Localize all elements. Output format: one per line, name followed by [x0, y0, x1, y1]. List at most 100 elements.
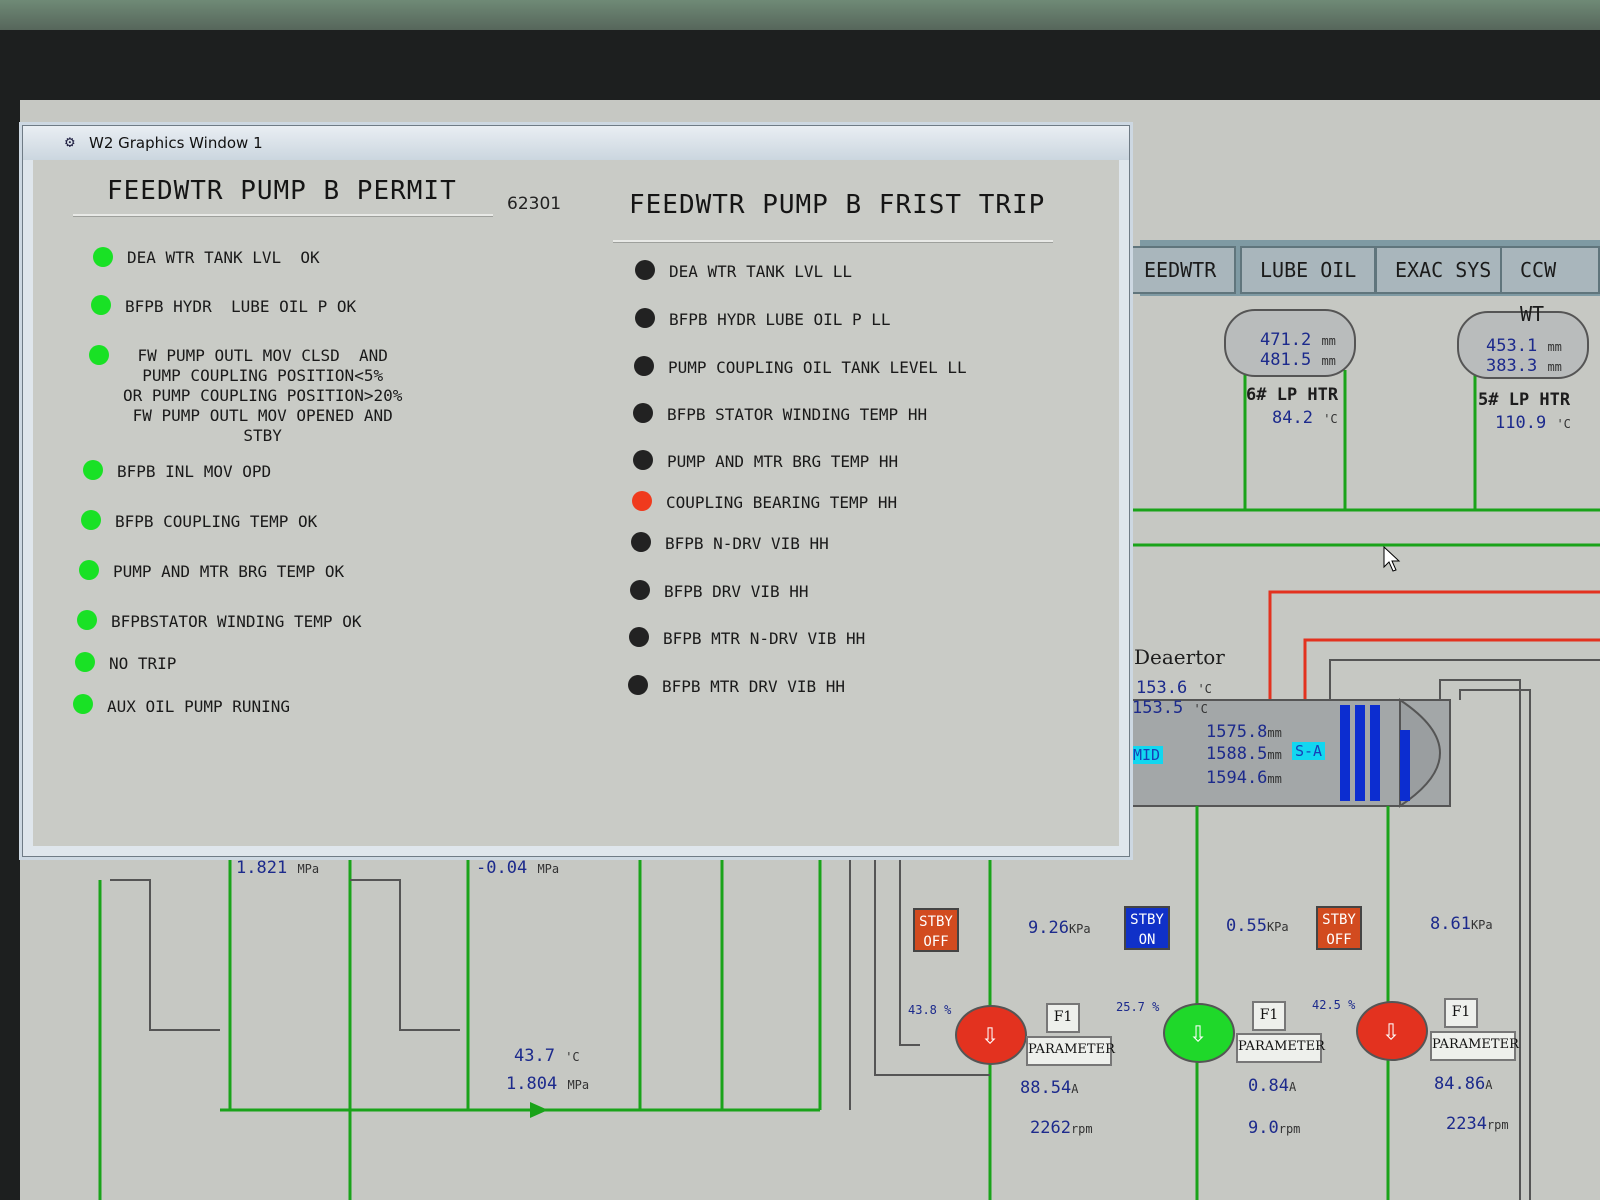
permit-label: AUX OIL PUMP RUNING — [107, 697, 291, 716]
status-led — [93, 247, 113, 267]
status-led — [81, 510, 101, 530]
status-led — [634, 356, 654, 376]
window-content: FEEDWTR PUMP B PERMIT 62301 FEEDWTR PUMP… — [33, 160, 1119, 846]
deaerator-title: Deaertor — [1134, 645, 1225, 669]
deaerator-temp-2: 153.5 'C — [1132, 698, 1208, 718]
stby-toggle-c[interactable]: STBY OFF — [1316, 906, 1362, 950]
stby-toggle-b[interactable]: STBY ON — [1124, 906, 1170, 950]
deaerator-level-2: 1588.5mm — [1206, 744, 1282, 764]
heater5-level-1: 453.1 mm — [1486, 336, 1562, 356]
trip-label: PUMP COUPLING OIL TANK LEVEL LL — [668, 358, 967, 377]
permit-label: BFPB INL MOV OPD — [117, 462, 272, 481]
heater5-level-2: 383.3 mm — [1486, 356, 1562, 376]
temp-reading: 43.7 'C — [514, 1046, 580, 1066]
app-icon: ⚙ — [65, 132, 75, 151]
trip-label: COUPLING BEARING TEMP HH — [666, 493, 898, 512]
pump-b-motor-icon[interactable]: ⇩ — [1163, 1003, 1235, 1063]
tab-ccw[interactable]: CCW WT — [1500, 246, 1600, 326]
permit-label: PUMP AND MTR BRG TEMP OK — [113, 562, 345, 581]
f1-button-b[interactable]: F1 — [1252, 1001, 1286, 1031]
status-led — [635, 260, 655, 280]
stby-toggle-a[interactable]: STBY OFF — [913, 908, 959, 952]
status-led — [83, 460, 103, 480]
mid-tag: MID — [1130, 746, 1164, 764]
trip-label: BFPB STATOR WINDING TEMP HH — [667, 405, 928, 424]
status-led — [628, 675, 648, 695]
heater5-temp: 110.9 'C — [1495, 413, 1571, 433]
pump-c-motor-icon[interactable]: ⇩ — [1356, 1001, 1428, 1061]
status-led — [91, 295, 111, 315]
heater6-level-1: 471.2 mm — [1260, 330, 1336, 350]
window-title: W2 Graphics Window 1 — [89, 134, 263, 152]
parameter-button-b[interactable]: PARAMETER — [1236, 1033, 1325, 1063]
sa-tag: S-A — [1292, 742, 1326, 760]
permit-label: BFPBSTATOR WINDING TEMP OK — [111, 612, 362, 631]
pump-c-pressure: 8.61KPa — [1430, 914, 1493, 934]
permit-label: DEA WTR TANK LVL OK — [127, 248, 320, 267]
pump-a-pressure: 9.26KPa — [1028, 918, 1091, 938]
down-arrow-icon: ⇩ — [980, 1017, 1000, 1052]
f1-button-c[interactable]: F1 — [1444, 998, 1478, 1028]
status-led — [629, 627, 649, 647]
permit-trip-window: ⚙ W2 Graphics Window 1 ✕ FEEDWTR PUMP B … — [22, 125, 1130, 857]
trip-divider — [613, 240, 1053, 243]
heater6-temp: 84.2 'C — [1272, 408, 1338, 428]
heater5-name: 5# LP HTR — [1478, 390, 1571, 410]
trip-label: BFPB MTR DRV VIB HH — [662, 677, 846, 696]
pump-b-pressure: 0.55KPa — [1226, 916, 1289, 936]
pressure-reading-2: -0.04 MPa — [476, 858, 560, 878]
trip-label: BFPB DRV VIB HH — [664, 582, 809, 601]
pump-a-current: 88.54A — [1020, 1078, 1079, 1098]
permit-title: FEEDWTR PUMP B PERMIT — [107, 176, 457, 206]
deaerator-level-1: 1575.8mm — [1206, 722, 1282, 742]
deaerator-temp-1: 153.6 'C — [1136, 678, 1212, 698]
trip-label: BFPB MTR N-DRV VIB HH — [663, 629, 866, 648]
permit-label: FW PUMP OUTL MOV CLSD AND PUMP COUPLING … — [123, 346, 403, 445]
pump-b-pct: 25.7 % — [1116, 1000, 1160, 1014]
heater6-name: 6# LP HTR — [1246, 385, 1339, 405]
status-led — [630, 580, 650, 600]
status-led — [631, 532, 651, 552]
permit-label: BFPB COUPLING TEMP OK — [115, 512, 318, 531]
status-led — [75, 652, 95, 672]
trip-label: BFPB N-DRV VIB HH — [665, 534, 829, 553]
permit-label: BFPB HYDR LUBE OIL P OK — [125, 297, 357, 316]
deaerator-level-3: 1594.6mm — [1206, 768, 1282, 788]
status-led — [73, 694, 93, 714]
status-led — [79, 560, 99, 580]
tag-code: 62301 — [507, 194, 562, 214]
hmi-tab-bar: EEDWTR LUBE OIL EXAC SYS CCW WT — [1124, 240, 1600, 326]
trip-label: DEA WTR TANK LVL LL — [669, 262, 853, 281]
status-led-alarm — [632, 491, 652, 511]
status-led — [635, 308, 655, 328]
status-led — [633, 403, 653, 423]
parameter-button-a[interactable]: PARAMETER — [1026, 1036, 1115, 1066]
pump-a-motor-icon[interactable]: ⇩ — [955, 1005, 1027, 1065]
window-titlebar[interactable]: ⚙ W2 Graphics Window 1 — [23, 126, 1129, 160]
pump-a-pct: 43.8 % — [908, 1003, 952, 1017]
pump-b-current: 0.84A — [1248, 1076, 1297, 1096]
pump-c-current: 84.86A — [1434, 1074, 1493, 1094]
down-arrow-icon: ⇩ — [1381, 1013, 1401, 1048]
trip-label: PUMP AND MTR BRG TEMP HH — [667, 452, 899, 471]
mouse-cursor-icon — [1383, 546, 1401, 572]
status-led — [77, 610, 97, 630]
permit-divider — [73, 214, 493, 217]
heater6-level-2: 481.5 mm — [1260, 350, 1336, 370]
down-arrow-icon: ⇩ — [1188, 1015, 1208, 1050]
pump-c-pct: 42.5 % — [1312, 998, 1356, 1012]
parameter-button-c[interactable]: PARAMETER — [1430, 1031, 1519, 1061]
f1-button-a[interactable]: F1 — [1046, 1003, 1080, 1033]
tab-feedwater[interactable]: EEDWTR — [1124, 246, 1237, 294]
status-led — [89, 345, 109, 365]
pump-c-speed: 2234rpm — [1446, 1114, 1509, 1134]
pump-a-speed: 2262rpm — [1030, 1118, 1093, 1138]
tab-lube-oil[interactable]: LUBE OIL — [1240, 246, 1377, 294]
tab-exac-sys[interactable]: EXAC SYS — [1375, 246, 1512, 294]
trip-label: BFPB HYDR LUBE OIL P LL — [669, 310, 891, 329]
pump-b-speed: 9.0rpm — [1248, 1118, 1301, 1138]
status-led — [633, 450, 653, 470]
pressure-reading-1: 1.821 MPa — [236, 858, 320, 878]
permit-label: NO TRIP — [109, 654, 177, 673]
pressure-reading-3: 1.804 MPa — [506, 1074, 590, 1094]
